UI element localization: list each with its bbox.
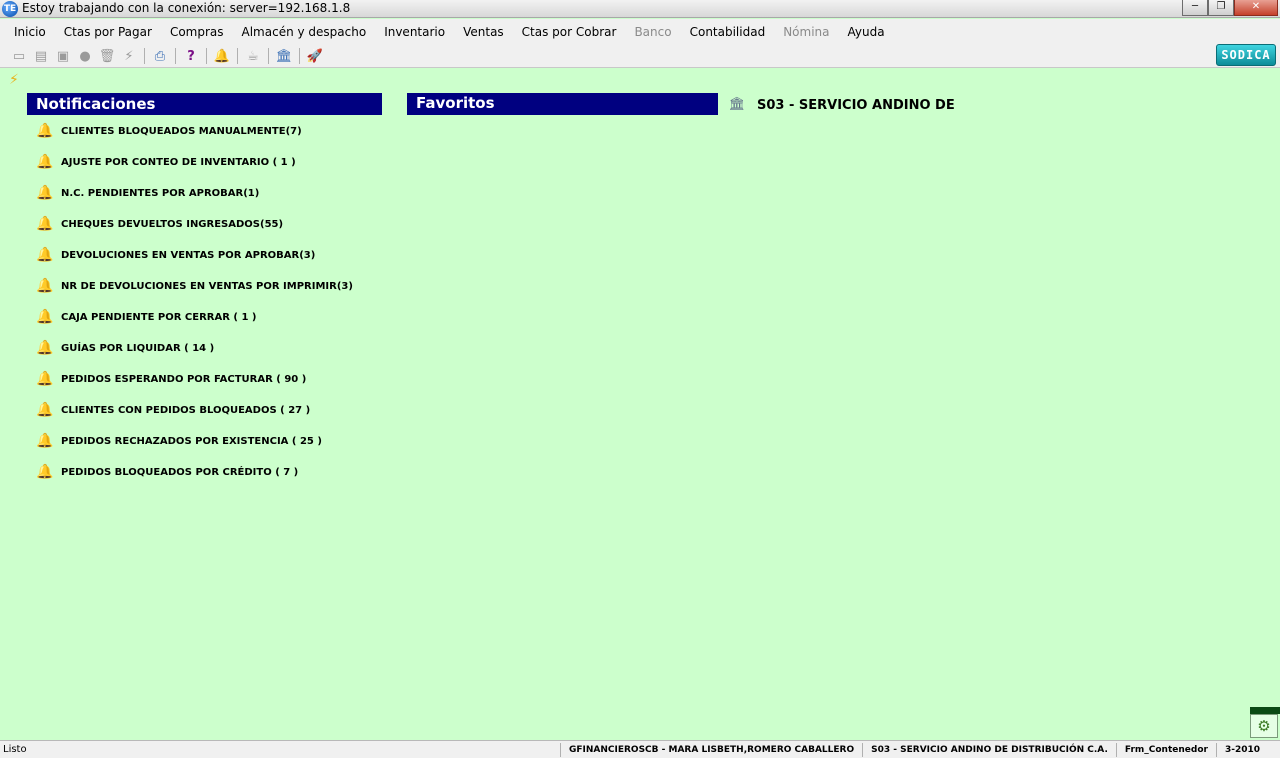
toolbar-separator bbox=[206, 48, 207, 64]
menu-compras[interactable]: Compras bbox=[161, 25, 233, 39]
open-document-icon[interactable]: ▤ bbox=[30, 47, 52, 65]
bell-icon: 🔔 bbox=[36, 433, 54, 449]
favorites-header: Favoritos bbox=[407, 93, 718, 115]
toolbar: ▭ ▤ ▣ ● 🗑 ⚡ ⎙ ? 🔔 ☕ 🏛 🚀 SODICA bbox=[0, 44, 1280, 68]
help-icon[interactable]: ? bbox=[180, 47, 202, 65]
rocket-icon[interactable]: 🚀 bbox=[304, 47, 326, 65]
menu-bar: Inicio Ctas por Pagar Compras Almacén y … bbox=[0, 19, 1280, 44]
close-button[interactable]: ✕ bbox=[1234, 0, 1278, 16]
brand-logo: SODICA bbox=[1216, 44, 1276, 66]
toolbar-separator bbox=[268, 48, 269, 64]
bell-icon: 🔔 bbox=[36, 340, 54, 356]
resize-grip-icon[interactable] bbox=[1268, 743, 1280, 757]
status-company: S03 - SERVICIO ANDINO DE DISTRIBUCIÓN C.… bbox=[862, 742, 1116, 757]
print-icon[interactable]: ⎙ bbox=[149, 47, 171, 65]
minimize-button[interactable]: ─ bbox=[1182, 0, 1208, 16]
bell-icon[interactable]: 🔔 bbox=[211, 47, 233, 65]
notification-item[interactable]: 🔔 CHEQUES DEVUELTOS INGRESADOS(55) bbox=[36, 209, 376, 240]
bell-icon: 🔔 bbox=[36, 309, 54, 325]
toolbar-separator bbox=[299, 48, 300, 64]
menu-ctas-por-pagar[interactable]: Ctas por Pagar bbox=[55, 25, 161, 39]
bell-icon: 🔔 bbox=[36, 464, 54, 480]
notification-item[interactable]: 🔔 GUÍAS POR LIQUIDAR ( 14 ) bbox=[36, 333, 376, 364]
menu-nomina[interactable]: Nómina bbox=[774, 25, 838, 39]
notification-item[interactable]: 🔔 DEVOLUCIONES EN VENTAS POR APROBAR(3) bbox=[36, 240, 376, 271]
maximize-button[interactable]: ❐ bbox=[1208, 0, 1234, 16]
menu-contabilidad[interactable]: Contabilidad bbox=[681, 25, 775, 39]
menu-inventario[interactable]: Inventario bbox=[375, 25, 454, 39]
notification-item[interactable]: 🔔 PEDIDOS ESPERANDO POR FACTURAR ( 90 ) bbox=[36, 364, 376, 395]
bell-icon: 🔔 bbox=[36, 123, 54, 139]
menu-almacen-despacho[interactable]: Almacén y despacho bbox=[233, 25, 376, 39]
menu-ctas-por-cobrar[interactable]: Ctas por Cobrar bbox=[513, 25, 626, 39]
menu-ayuda[interactable]: Ayuda bbox=[839, 25, 894, 39]
title-bar: TE Estoy trabajando con la conexión: ser… bbox=[0, 0, 1280, 18]
coffee-icon[interactable]: ☕ bbox=[242, 47, 264, 65]
lightning-icon[interactable]: ⚡ bbox=[9, 72, 19, 88]
toolbar-separator bbox=[175, 48, 176, 64]
bank-icon[interactable]: 🏛 bbox=[273, 47, 295, 65]
toolbar-separator bbox=[144, 48, 145, 64]
notification-item[interactable]: 🔔 PEDIDOS RECHAZADOS POR EXISTENCIA ( 25 … bbox=[36, 426, 376, 457]
status-ready: Listo bbox=[3, 744, 27, 755]
notification-item[interactable]: 🔔 CAJA PENDIENTE POR CERRAR ( 1 ) bbox=[36, 302, 376, 333]
status-bar: Listo GFINANCIEROSCB - MARA LISBETH,ROME… bbox=[0, 740, 1280, 758]
notifications-list: 🔔 CLIENTES BLOQUEADOS MANUALMENTE(7) 🔔 AJU… bbox=[36, 116, 376, 488]
status-period: 3-2010 bbox=[1215, 742, 1268, 757]
menu-inicio[interactable]: Inicio bbox=[5, 25, 55, 39]
record-icon[interactable]: ● bbox=[74, 47, 96, 65]
notification-item[interactable]: 🔔 CLIENTES BLOQUEADOS MANUALMENTE(7) bbox=[36, 116, 376, 147]
app-icon: TE bbox=[2, 1, 18, 17]
notification-item[interactable]: 🔔 NR DE DEVOLUCIONES EN VENTAS POR IMPRIM… bbox=[36, 271, 376, 302]
corner-tab bbox=[1250, 707, 1280, 714]
status-form: Frm_Contenedor bbox=[1115, 742, 1216, 757]
settings-gear-icon[interactable]: ⚙ bbox=[1250, 714, 1278, 738]
bell-icon: 🔔 bbox=[36, 185, 54, 201]
notification-item[interactable]: 🔔 AJUSTE POR CONTEO DE INVENTARIO ( 1 ) bbox=[36, 147, 376, 178]
bell-icon: 🔔 bbox=[36, 216, 54, 232]
menu-ventas[interactable]: Ventas bbox=[454, 25, 513, 39]
window-controls: ─ ❐ ✕ bbox=[1182, 0, 1278, 16]
bell-icon: 🔔 bbox=[36, 154, 54, 170]
bank-icon: 🏛 bbox=[728, 97, 746, 112]
lightning-icon[interactable]: ⚡ bbox=[118, 47, 140, 65]
new-document-icon[interactable]: ▭ bbox=[8, 47, 30, 65]
save-icon[interactable]: ▣ bbox=[52, 47, 74, 65]
toolbar-separator bbox=[237, 48, 238, 64]
notification-item[interactable]: 🔔 CLIENTES CON PEDIDOS BLOQUEADOS ( 27 ) bbox=[36, 395, 376, 426]
bell-icon: 🔔 bbox=[36, 402, 54, 418]
bell-icon: 🔔 bbox=[36, 278, 54, 294]
bell-icon: 🔔 bbox=[36, 371, 54, 387]
bell-icon: 🔔 bbox=[36, 247, 54, 263]
menu-banco[interactable]: Banco bbox=[625, 25, 680, 39]
notification-item[interactable]: 🔔 PEDIDOS BLOQUEADOS POR CRÉDITO ( 7 ) bbox=[36, 457, 376, 488]
notifications-header: Notificaciones bbox=[27, 93, 382, 115]
company-link[interactable]: 🏛 S03 - SERVICIO ANDINO DE bbox=[728, 96, 955, 114]
window-title: Estoy trabajando con la conexión: server… bbox=[22, 1, 351, 15]
notification-item[interactable]: 🔔 N.C. PENDIENTES POR APROBAR(1) bbox=[36, 178, 376, 209]
company-name: S03 - SERVICIO ANDINO DE bbox=[757, 97, 955, 113]
status-user: GFINANCIEROSCB - MARA LISBETH,ROMERO CAB… bbox=[559, 742, 862, 757]
delete-icon[interactable]: 🗑 bbox=[96, 47, 118, 65]
